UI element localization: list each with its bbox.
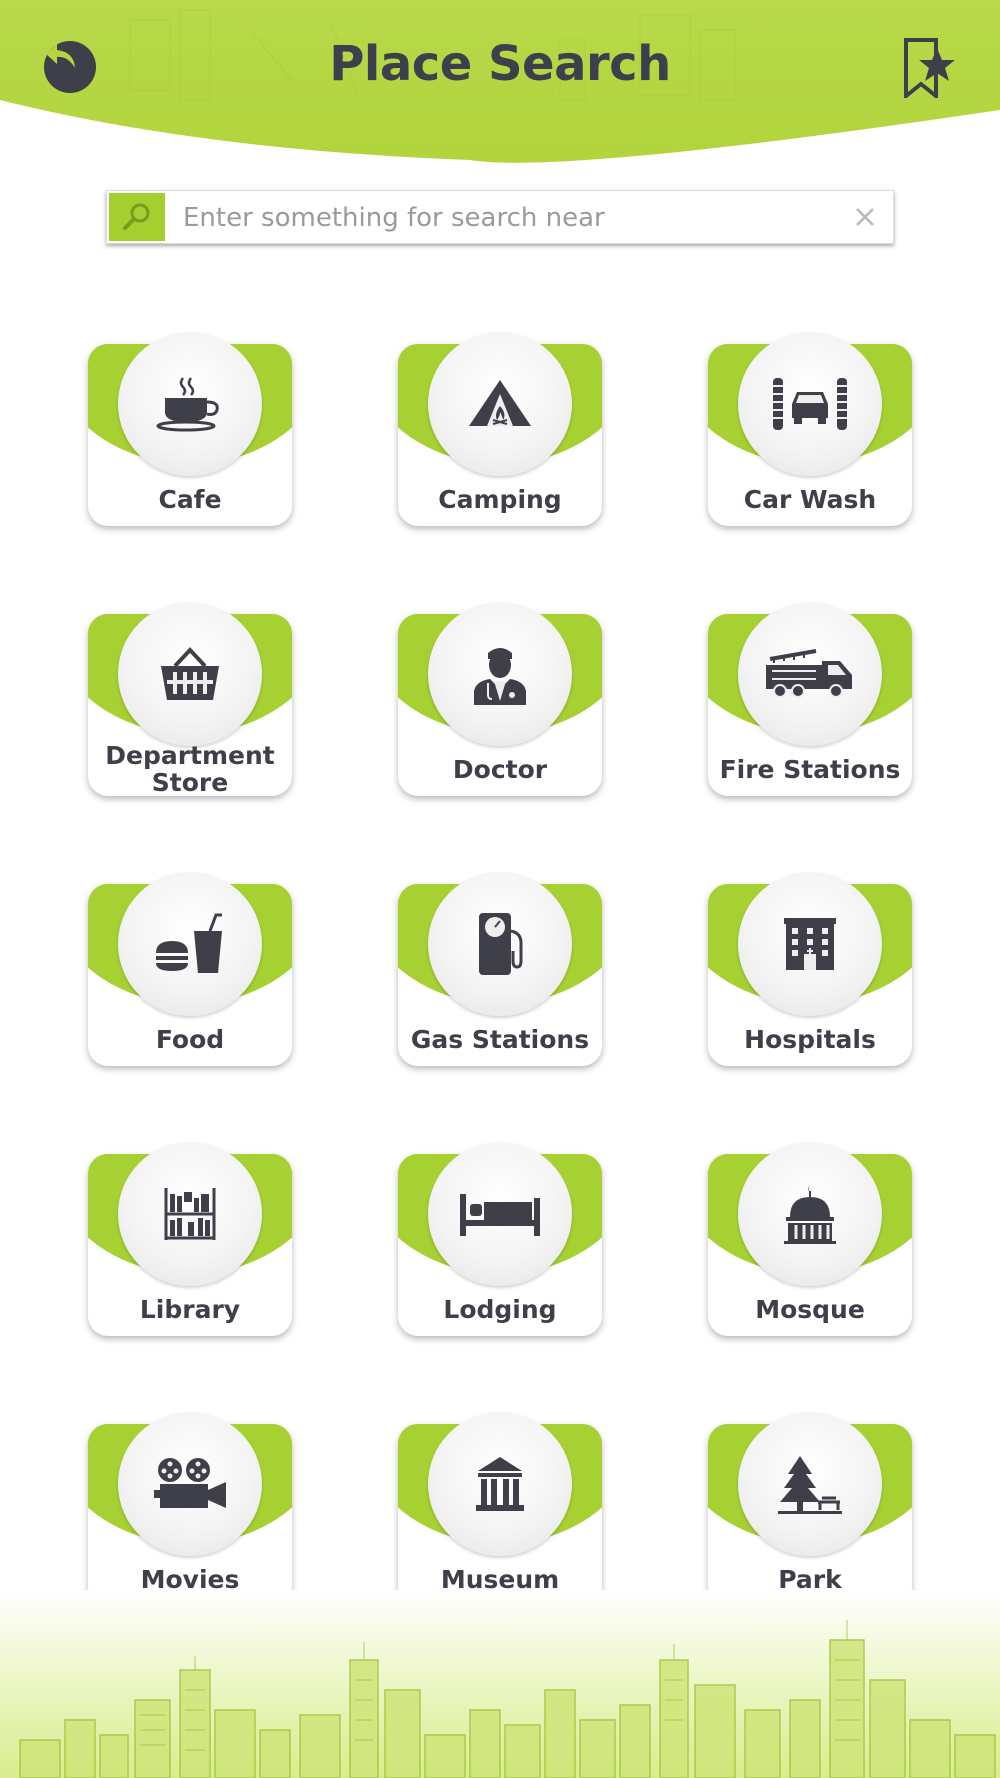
car-wash-icon [738, 332, 882, 476]
category-label: Camping [438, 485, 562, 514]
category-label: Mosque [755, 1295, 865, 1324]
category-label: Fire Stations [719, 755, 901, 784]
tent-icon [428, 332, 572, 476]
category-card-cafe[interactable]: Cafe [88, 330, 292, 526]
category-label: Department Store [105, 741, 275, 797]
category-label: Museum [440, 1565, 560, 1594]
museum-icon [428, 1412, 572, 1556]
category-card-fire-stations[interactable]: Fire Stations [708, 600, 912, 796]
category-card-department-store[interactable]: Department Store [88, 600, 292, 796]
doctor-icon [428, 602, 572, 746]
category-card-mosque[interactable]: Mosque [708, 1140, 912, 1336]
bed-icon [428, 1142, 572, 1286]
category-card-camping[interactable]: Camping [398, 330, 602, 526]
shopping-basket-icon [118, 602, 262, 746]
search-input[interactable] [181, 195, 805, 241]
category-label: Food [155, 1025, 225, 1054]
category-card-doctor[interactable]: Doctor [398, 600, 602, 796]
burger-drink-icon [118, 872, 262, 1016]
category-label: Movies [140, 1565, 240, 1594]
bookmark-star-icon [904, 38, 955, 98]
category-label: Doctor [452, 755, 548, 784]
hospital-building-icon [738, 872, 882, 1016]
category-card-car-wash[interactable]: Car Wash [708, 330, 912, 526]
category-card-food[interactable]: Food [88, 870, 292, 1066]
fuel-pump-icon [428, 872, 572, 1016]
tree-bench-icon [738, 1412, 882, 1556]
category-label: Park [778, 1565, 842, 1594]
coffee-cup-icon [118, 332, 262, 476]
category-card-hospitals[interactable]: Hospitals [708, 870, 912, 1066]
close-icon [856, 208, 874, 226]
search-icon [123, 203, 150, 230]
category-label: Hospitals [744, 1025, 876, 1054]
category-label: Gas Stations [410, 1025, 590, 1054]
header: Place Search [0, 0, 1000, 165]
category-card-park[interactable]: Park [708, 1410, 912, 1606]
bookmarks-button[interactable] [902, 38, 958, 98]
search-bar [106, 190, 894, 244]
category-label: Car Wash [743, 485, 877, 514]
search-button[interactable] [109, 193, 165, 241]
category-card-gas-stations[interactable]: Gas Stations [398, 870, 602, 1066]
bookshelf-icon [118, 1142, 262, 1286]
fire-truck-icon [738, 602, 882, 746]
category-label: Lodging [443, 1295, 557, 1324]
category-card-movies[interactable]: Movies [88, 1410, 292, 1606]
page-title: Place Search [329, 36, 671, 92]
category-label: Cafe [158, 485, 222, 514]
category-card-museum[interactable]: Museum [398, 1410, 602, 1606]
city-skyline-illustration [0, 1590, 1000, 1778]
film-camera-icon [118, 1412, 262, 1556]
mosque-icon [738, 1142, 882, 1286]
category-card-lodging[interactable]: Lodging [398, 1140, 602, 1336]
clear-search-button[interactable] [851, 203, 879, 231]
category-card-library[interactable]: Library [88, 1140, 292, 1336]
category-label: Library [139, 1295, 241, 1324]
